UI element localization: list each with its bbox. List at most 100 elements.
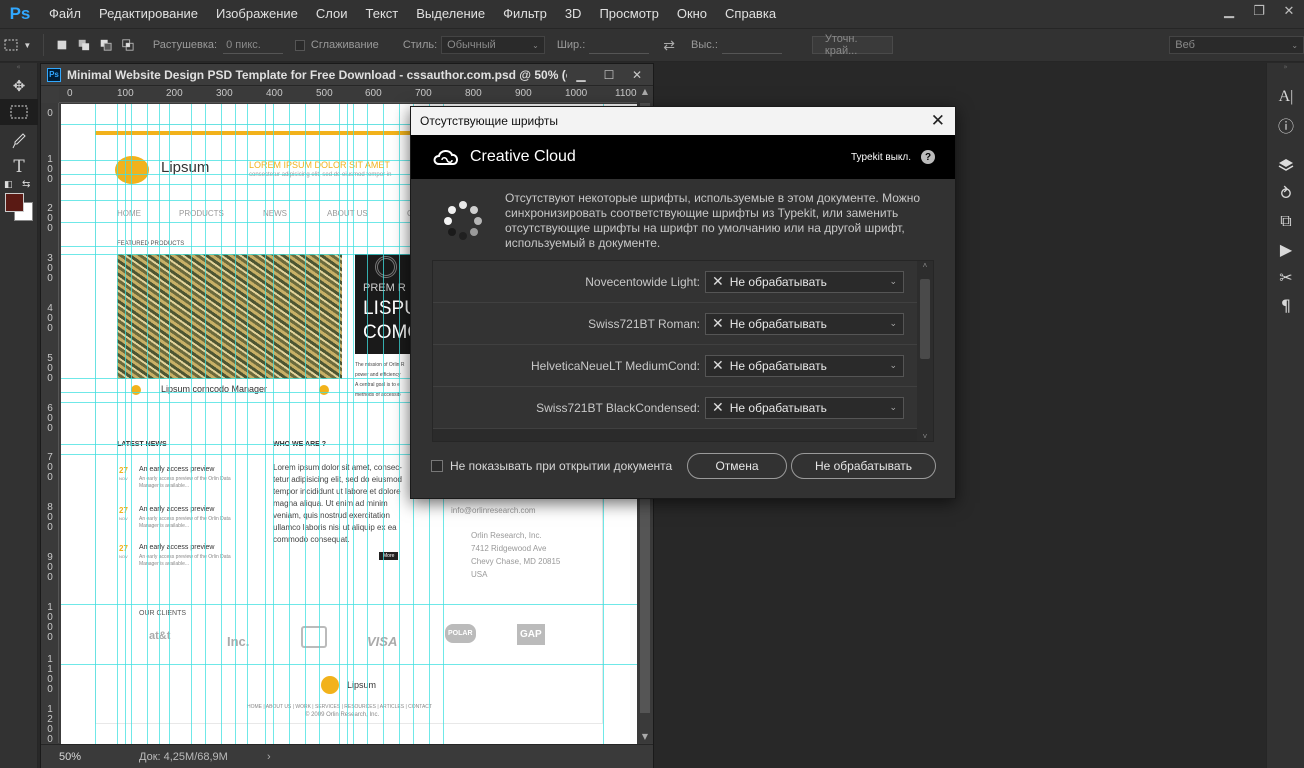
font-list-scrollbar[interactable]: ˄ ˅ bbox=[917, 261, 933, 441]
promo-headline: LISPU bbox=[363, 298, 415, 319]
menu-view[interactable]: Просмотр bbox=[590, 0, 667, 28]
scrollbar-thumb[interactable] bbox=[920, 279, 930, 359]
scroll-up-icon[interactable]: ˄ bbox=[917, 261, 933, 270]
add-selection-icon[interactable] bbox=[77, 37, 91, 53]
new-selection-icon[interactable] bbox=[55, 37, 69, 53]
menu-filter[interactable]: Фильтр bbox=[494, 0, 556, 28]
menu-layers[interactable]: Слои bbox=[307, 0, 357, 28]
font-row: HelveticaNeueLT MediumCond: ✕ Не обрабат… bbox=[433, 345, 933, 387]
paragraph-panel-icon[interactable]: ¶ bbox=[1267, 291, 1304, 319]
actions-play-icon[interactable]: ▶ bbox=[1267, 235, 1304, 263]
chevron-down-icon: ⌄ bbox=[889, 360, 897, 370]
ruler-label: 700 bbox=[47, 452, 53, 483]
contact-address: USA bbox=[471, 570, 488, 579]
next-arrow-icon bbox=[319, 385, 329, 395]
eyedropper-tool-icon[interactable] bbox=[0, 128, 38, 154]
promo-headline-2: COMO bbox=[363, 322, 415, 343]
swirl-graphic bbox=[375, 256, 397, 278]
menu-3d[interactable]: 3D bbox=[556, 0, 591, 28]
document-tab[interactable]: Ps Minimal Website Design PSD Template f… bbox=[41, 64, 653, 86]
tool-preset-picker[interactable]: ▼ bbox=[0, 29, 35, 61]
tool-presets-icon[interactable]: ✂ bbox=[1267, 263, 1304, 291]
typekit-status: Typekit выкл. bbox=[850, 151, 911, 163]
ruler-label: 600 bbox=[365, 88, 382, 99]
type-tool-icon[interactable]: T bbox=[0, 154, 38, 180]
menu-file[interactable]: Файл bbox=[40, 0, 90, 28]
contact-address: Chevy Chase, MD 20815 bbox=[471, 557, 561, 566]
dont-process-button[interactable]: Не обрабатывать bbox=[791, 453, 936, 479]
antialias-checkbox[interactable] bbox=[295, 39, 305, 51]
status-bar: 50% Док: 4,25M/68,9M › bbox=[41, 744, 653, 768]
featured-product-image-2: PREM R LISPU COMO bbox=[355, 254, 415, 354]
menu-help[interactable]: Справка bbox=[716, 0, 785, 28]
move-tool-icon[interactable]: ✥ bbox=[0, 73, 38, 99]
x-icon: ✕ bbox=[712, 357, 724, 373]
width-input[interactable] bbox=[589, 36, 650, 54]
dont-show-checkbox[interactable] bbox=[431, 460, 443, 472]
menu-window[interactable]: Окно bbox=[668, 0, 716, 28]
3d-panel-icon[interactable]: ⧉ bbox=[1267, 207, 1304, 235]
scroll-up-icon[interactable]: ▲ bbox=[637, 87, 653, 96]
font-action-value: Не обрабатывать bbox=[729, 274, 827, 289]
workspace-select[interactable]: Веб ⌄ bbox=[1169, 36, 1304, 54]
news-month: NOV bbox=[119, 476, 128, 481]
maximize-icon[interactable]: ☐ bbox=[595, 68, 623, 82]
site-tagline-sub: consectetur adipisicing elit, sed do eiu… bbox=[249, 172, 392, 178]
font-action-select[interactable]: ✕ Не обрабатывать ⌄ bbox=[705, 354, 904, 377]
scroll-down-icon[interactable]: ▼ bbox=[637, 732, 653, 741]
ruler-label: 400 bbox=[266, 88, 283, 99]
character-panel-icon[interactable]: A| bbox=[1267, 83, 1304, 111]
foreground-color-swatch[interactable] bbox=[5, 193, 24, 212]
menu-image[interactable]: Изображение bbox=[207, 0, 307, 28]
panel-collapse-handle[interactable]: « bbox=[0, 63, 37, 73]
minimize-icon[interactable]: ▁ bbox=[567, 68, 595, 82]
style-select[interactable]: Обычный ⌄ bbox=[441, 36, 545, 54]
style-label: Стиль: bbox=[402, 39, 438, 51]
swap-dimensions-icon[interactable]: ⇄ bbox=[663, 37, 675, 54]
font-action-select[interactable]: ✕ Не обрабатывать ⌄ bbox=[705, 270, 904, 293]
zoom-level[interactable]: 50% bbox=[41, 751, 93, 763]
refine-edge-button[interactable]: Уточн. край... bbox=[811, 33, 894, 57]
chevron-down-icon: ⌄ bbox=[889, 276, 897, 286]
subtract-selection-icon[interactable] bbox=[99, 37, 113, 53]
default-colors-icon[interactable]: ◧ bbox=[4, 180, 13, 190]
creative-cloud-label: Creative Cloud bbox=[470, 148, 576, 165]
intersect-selection-icon[interactable] bbox=[121, 37, 135, 53]
ruler-label: 700 bbox=[415, 88, 432, 99]
font-name: Swiss721BT BlackCondensed: bbox=[536, 400, 700, 415]
font-row: Swiss721BT BlackCondensed: ✕ Не обрабаты… bbox=[433, 387, 933, 429]
height-input[interactable] bbox=[721, 36, 782, 54]
font-action-select[interactable]: ✕ Не обрабатывать ⌄ bbox=[705, 396, 904, 419]
restore-icon[interactable]: ❐ bbox=[1244, 0, 1274, 22]
header-accent-bar bbox=[95, 131, 425, 135]
minimize-icon[interactable]: ▁ bbox=[1214, 0, 1244, 22]
help-icon[interactable]: ? bbox=[921, 150, 935, 164]
ruler-label: 400 bbox=[47, 303, 53, 334]
menu-edit[interactable]: Редактирование bbox=[90, 0, 207, 28]
dock-collapse-handle[interactable]: » bbox=[1267, 63, 1304, 73]
history-panel-icon[interactable]: ⥁ bbox=[1267, 179, 1304, 207]
swap-colors-icon[interactable]: ⇆ bbox=[22, 179, 30, 190]
menu-select[interactable]: Выделение bbox=[407, 0, 494, 28]
feather-input[interactable]: 0 пикс. bbox=[223, 36, 284, 54]
missing-fonts-list: Novecentowide Light: ✕ Не обрабатывать ⌄… bbox=[432, 260, 934, 442]
info-panel-icon[interactable]: ⓘ bbox=[1267, 111, 1304, 139]
chevron-down-icon: ⌄ bbox=[532, 40, 539, 50]
rect-marquee-icon bbox=[4, 39, 18, 51]
layers-panel-icon[interactable] bbox=[1267, 151, 1304, 179]
menu-type[interactable]: Текст bbox=[357, 0, 408, 28]
close-icon[interactable]: ✕ bbox=[1274, 0, 1304, 22]
footer-logo-text: Lipsum bbox=[347, 680, 377, 690]
promo-caption: A central goal is to e bbox=[355, 382, 401, 388]
font-action-select[interactable]: ✕ Не обрабатывать ⌄ bbox=[705, 312, 904, 335]
scroll-down-icon[interactable]: ˅ bbox=[917, 432, 933, 441]
font-action-value: Не обрабатывать bbox=[729, 358, 827, 373]
style-select-value: Обычный bbox=[447, 39, 496, 51]
cancel-button[interactable]: Отмена bbox=[687, 453, 787, 479]
status-menu-arrow-icon[interactable]: › bbox=[267, 751, 271, 763]
close-icon[interactable]: ✕ bbox=[623, 68, 651, 82]
document-title: Minimal Website Design PSD Template for … bbox=[67, 67, 567, 82]
ruler-label: 800 bbox=[47, 502, 53, 533]
close-icon[interactable]: ✕ bbox=[931, 111, 945, 131]
rect-marquee-tool-icon[interactable] bbox=[0, 99, 38, 125]
